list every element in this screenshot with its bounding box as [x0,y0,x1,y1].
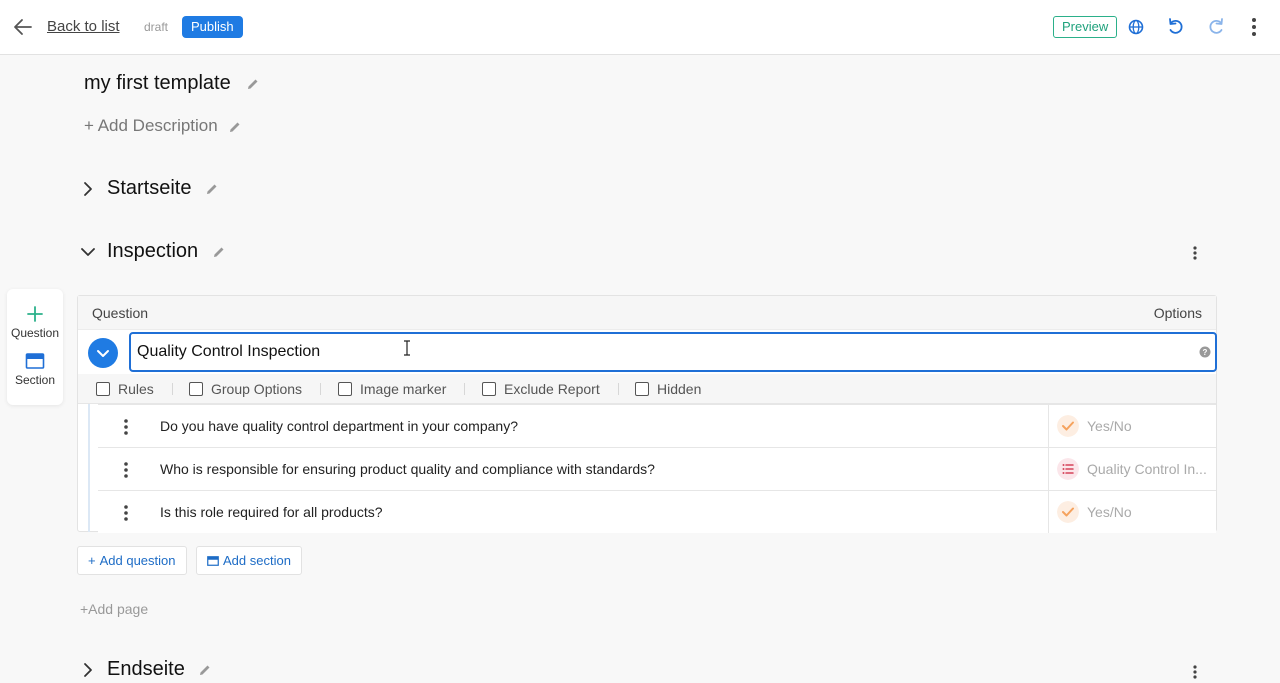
expand-chevron-icon[interactable] [78,179,98,199]
redo-icon[interactable] [1205,16,1227,38]
svg-text:?: ? [1203,348,1208,357]
question-row[interactable]: Is this role required for all products? … [98,490,1216,533]
divider [172,383,173,395]
preview-button[interactable]: Preview [1053,16,1118,38]
add-question-tool[interactable]: Question [7,305,63,340]
chevron-down-icon [97,350,109,357]
question-type-label: Quality Control In... [1087,461,1207,477]
more-options-icon[interactable] [1243,16,1265,38]
section-header: Question Options [78,296,1216,330]
question-row[interactable]: Do you have quality control department i… [98,404,1216,447]
element-palette: Question Section [7,289,63,405]
back-arrow-icon[interactable] [12,16,34,38]
question-type[interactable]: Quality Control In... [1048,448,1216,490]
collapse-section-button[interactable] [88,338,118,368]
divider [618,383,619,395]
question-type-label: Yes/No [1087,504,1132,520]
collapse-chevron-icon[interactable] [78,242,98,262]
page-menu-icon[interactable] [1191,244,1199,262]
page-name: Endseite [107,658,212,681]
checkbox-box [189,382,203,396]
checkbox-box [635,382,649,396]
question-type[interactable]: Yes/No [1048,405,1216,447]
rules-checkbox[interactable]: Rules [96,381,154,397]
section-icon [207,556,219,566]
add-section-tool[interactable]: Section [7,352,63,387]
image-marker-label: Image marker [360,381,447,397]
back-to-list-link[interactable]: Back to list [47,18,120,35]
group-options-checkbox[interactable]: Group Options [189,381,302,397]
section-options-bar: Rules Group Options Image marker Exclude… [78,374,1216,404]
add-section-label: Add section [223,553,291,568]
question-type-label: Yes/No [1087,418,1132,434]
rules-label: Rules [118,381,154,397]
group-options-label: Group Options [211,381,303,397]
page-menu-icon[interactable] [1191,663,1199,681]
check-icon [1057,415,1079,437]
hidden-label: Hidden [657,381,702,397]
page-name-text: Inspection [107,240,199,262]
add-page-link[interactable]: +Add page [80,601,148,617]
section-card: Question Options ? Rules Group Options I… [77,295,1217,533]
image-marker-checkbox[interactable]: Image marker [338,381,446,397]
checkbox-box [482,382,496,396]
question-column-header: Question [92,305,149,321]
section-icon [25,353,45,369]
add-section-button[interactable]: Add section [196,546,302,575]
add-description-label: + Add Description [84,116,218,135]
undo-icon[interactable] [1165,16,1187,38]
drag-handle-icon[interactable] [123,504,129,522]
plus-icon [27,306,43,322]
help-icon[interactable]: ? [1199,346,1211,358]
template-title-text: my first template [84,72,231,94]
page-name: Startseite [107,177,219,200]
status-badge: draft [144,20,169,34]
exclude-report-checkbox[interactable]: Exclude Report [482,381,600,397]
drag-handle-icon[interactable] [123,461,129,479]
section-tool-label: Section [14,373,56,387]
page-name-text: Endseite [107,658,185,680]
text-cursor-icon [404,340,410,356]
section-indent-line [88,404,90,532]
edit-page-pencil-icon[interactable] [205,182,219,196]
question-text[interactable]: Who is responsible for ensuring product … [160,461,655,477]
divider [464,383,465,395]
page-name: Inspection [107,240,226,263]
divider [320,383,321,395]
page-inspection: Inspection [78,237,1208,267]
add-question-button[interactable]: + Add question [77,546,187,575]
drag-handle-icon[interactable] [123,418,129,436]
edit-page-pencil-icon[interactable] [212,245,226,259]
question-tool-label: Question [10,326,60,340]
checkbox-box [96,382,110,396]
list-icon [1057,458,1079,480]
page-name-text: Startseite [107,177,192,199]
exclude-report-label: Exclude Report [504,381,600,397]
options-column-header: Options [1153,305,1202,321]
hidden-checkbox[interactable]: Hidden [635,381,701,397]
edit-title-pencil-icon[interactable] [246,77,260,91]
question-text[interactable]: Do you have quality control department i… [160,418,518,434]
check-icon [1057,501,1079,523]
expand-chevron-icon[interactable] [78,660,98,680]
checkbox-box [338,382,352,396]
edit-description-pencil-icon[interactable] [228,120,242,134]
top-bar: Back to list draft Publish Preview [0,0,1280,55]
question-text[interactable]: Is this role required for all products? [160,504,383,520]
globe-icon[interactable] [1125,16,1147,38]
question-type[interactable]: Yes/No [1048,491,1216,533]
section-title-input[interactable] [129,332,1217,372]
add-description[interactable]: + Add Description [84,116,242,136]
publish-button[interactable]: Publish [182,16,243,38]
add-question-label: Add question [99,553,176,568]
page-startseite: Startseite [78,174,1208,204]
plus-icon: + [88,553,96,568]
question-row[interactable]: Who is responsible for ensuring product … [98,447,1216,490]
page-endseite: Endseite [78,655,1208,683]
template-title: my first template [84,72,260,95]
edit-page-pencil-icon[interactable] [198,663,212,677]
